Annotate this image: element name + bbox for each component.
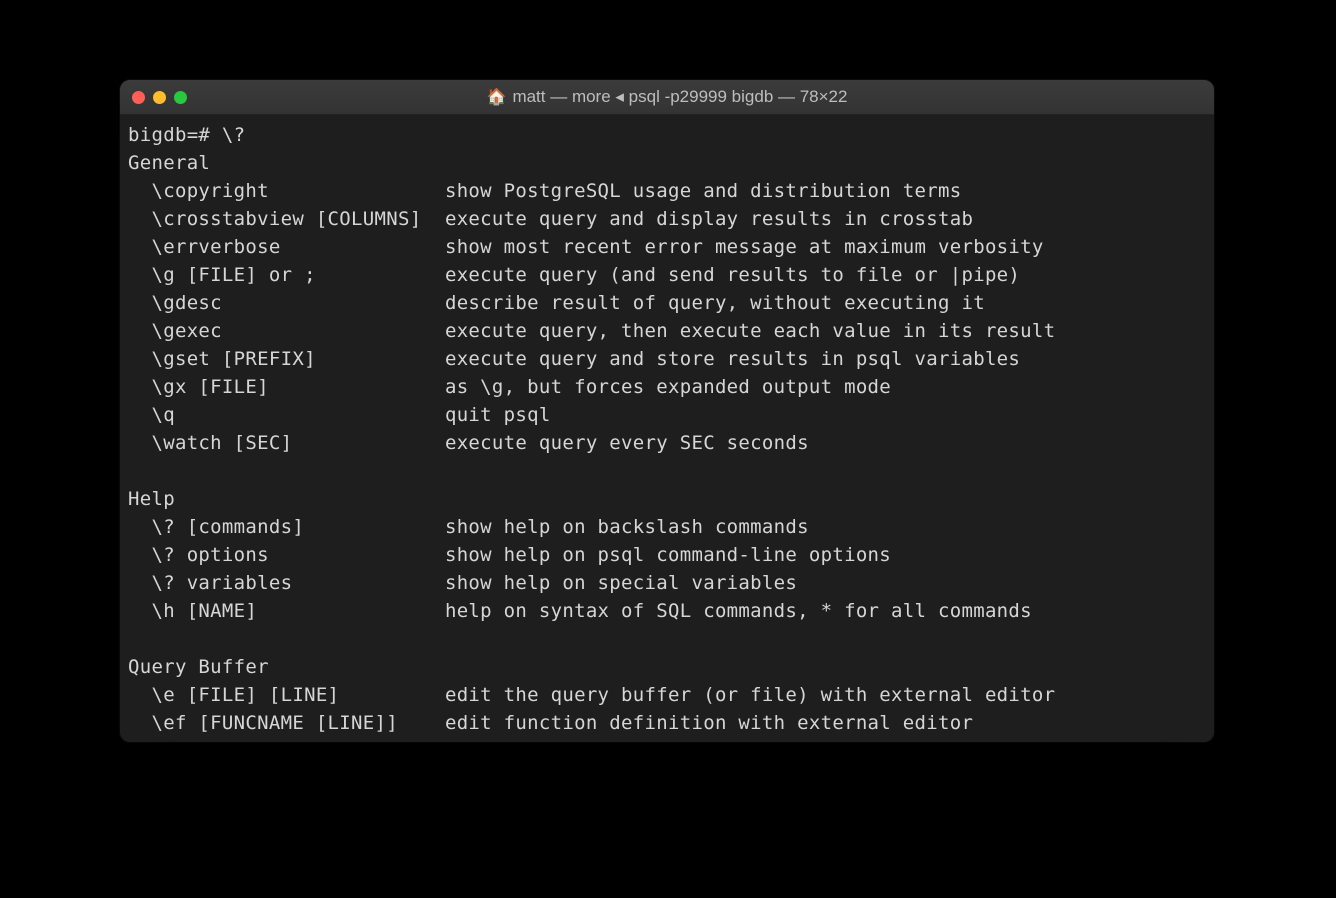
- titlebar[interactable]: 🏠 matt — more ◂ psql -p29999 bigdb — 78×…: [120, 80, 1214, 115]
- window-title-text: matt — more ◂ psql -p29999 bigdb — 78×22: [512, 87, 847, 107]
- zoom-icon[interactable]: [174, 91, 187, 104]
- terminal-window: 🏠 matt — more ◂ psql -p29999 bigdb — 78×…: [120, 80, 1214, 742]
- close-icon[interactable]: [132, 91, 145, 104]
- window-controls: [132, 91, 187, 104]
- minimize-icon[interactable]: [153, 91, 166, 104]
- window-title: 🏠 matt — more ◂ psql -p29999 bigdb — 78×…: [120, 87, 1214, 107]
- terminal-output[interactable]: bigdb=# \? General \copyright show Postg…: [120, 115, 1214, 742]
- home-icon: 🏠: [487, 89, 507, 105]
